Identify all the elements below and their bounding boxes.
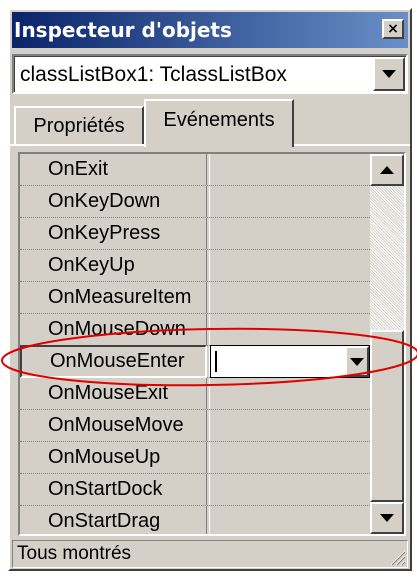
component-selector[interactable]: classListBox1: TclassListBox — [12, 54, 408, 94]
event-value[interactable] — [209, 474, 369, 505]
event-row[interactable]: OnMouseDown — [20, 314, 370, 346]
window-title: Inspecteur d'objets — [14, 18, 232, 42]
event-row[interactable]: OnExit — [20, 154, 370, 186]
events-grid: OnExit OnKeyDown OnKeyPress OnKeyUp OnMe… — [18, 152, 406, 536]
tab-properties[interactable]: Propriétés — [14, 106, 144, 146]
scroll-thumb[interactable] — [370, 330, 404, 502]
event-name: OnStartDock — [20, 474, 207, 505]
event-name: OnKeyUp — [20, 250, 207, 281]
event-row-selected[interactable]: OnMouseEnter — [20, 345, 370, 378]
tab-divider-left — [10, 144, 144, 146]
event-handler-input[interactable] — [210, 345, 370, 378]
event-name: OnKeyDown — [20, 186, 207, 217]
event-name: OnMouseDown — [20, 314, 207, 345]
event-value[interactable] — [209, 218, 369, 249]
event-name: OnMouseUp — [20, 442, 207, 473]
chevron-down-icon — [382, 70, 396, 78]
event-row[interactable]: OnKeyDown — [20, 186, 370, 218]
resize-grip-icon[interactable] — [388, 548, 406, 566]
event-value[interactable] — [209, 442, 369, 473]
scroll-up-button[interactable] — [370, 154, 404, 186]
text-caret — [215, 351, 217, 372]
tab-events-label: Evénements — [163, 109, 275, 131]
event-value[interactable] — [209, 314, 369, 345]
tab-properties-label: Propriétés — [33, 115, 125, 137]
event-value[interactable] — [209, 250, 369, 281]
event-handler-dropdown-button[interactable] — [345, 346, 369, 377]
event-name: OnMouseExit — [20, 378, 207, 409]
title-bar[interactable]: Inspecteur d'objets × — [12, 12, 408, 48]
scroll-up-arrow-icon — [380, 166, 394, 174]
component-selector-value: classListBox1: TclassListBox — [20, 63, 287, 86]
tab-events[interactable]: Evénements — [144, 99, 294, 147]
event-row[interactable]: OnStartDock — [20, 474, 370, 506]
event-value-editor[interactable] — [209, 345, 370, 378]
object-inspector-window: Inspecteur d'objets × classListBox1: Tcl… — [8, 8, 412, 571]
event-value[interactable] — [209, 186, 369, 217]
inspector-tabs: Propriétés Evénements — [10, 98, 410, 147]
event-row[interactable]: OnMouseUp — [20, 442, 370, 474]
status-text: Tous montrés — [17, 543, 132, 564]
close-icon: × — [387, 21, 399, 37]
event-name: OnMeasureItem — [20, 282, 207, 313]
event-value[interactable] — [209, 506, 369, 534]
scroll-down-arrow-icon — [380, 514, 394, 522]
event-name: OnMouseMove — [20, 410, 207, 441]
event-value[interactable] — [209, 282, 369, 313]
close-button[interactable]: × — [382, 19, 404, 39]
event-name: OnKeyPress — [20, 218, 207, 249]
event-value[interactable] — [209, 410, 369, 441]
vertical-scrollbar[interactable] — [370, 154, 404, 534]
event-value[interactable] — [209, 154, 369, 185]
event-row[interactable]: OnMeasureItem — [20, 282, 370, 314]
tab-divider-right — [294, 144, 410, 146]
status-bar: Tous montrés — [12, 540, 408, 568]
event-name: OnStartDrag — [20, 506, 207, 534]
event-value[interactable] — [209, 378, 369, 409]
event-row[interactable]: OnStartDrag — [20, 506, 370, 534]
event-row[interactable]: OnMouseMove — [20, 410, 370, 442]
event-name: OnMouseEnter — [20, 345, 207, 378]
event-row[interactable]: OnKeyUp — [20, 250, 370, 282]
event-row[interactable]: OnMouseExit — [20, 378, 370, 410]
event-name: OnExit — [20, 154, 207, 185]
chevron-down-icon — [350, 357, 364, 366]
scroll-down-button[interactable] — [370, 502, 404, 534]
event-row[interactable]: OnKeyPress — [20, 218, 370, 250]
component-selector-dropdown-button[interactable] — [373, 57, 405, 91]
